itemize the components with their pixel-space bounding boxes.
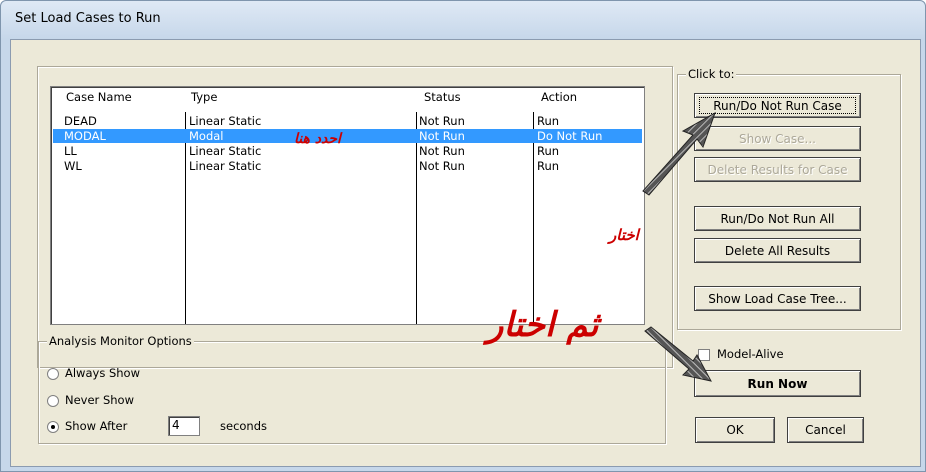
load-cases-list[interactable]: Case Name Type Status Action DEAD Linear… (50, 86, 645, 325)
table-row[interactable]: WL Linear Static Not Run Run (53, 159, 642, 173)
annotation-select-here: احدد هنا (294, 131, 341, 147)
title-bar: Set Load Cases to Run (1, 1, 925, 39)
header-action[interactable]: Action (541, 90, 577, 104)
show-after-label: Show After (65, 419, 128, 433)
cell-action: Do Not Run (537, 129, 603, 143)
cell-type: Linear Static (189, 159, 262, 173)
arrow-to-run-now-icon (644, 326, 712, 382)
cell-status: Not Run (419, 144, 465, 158)
ok-label: OK (726, 423, 744, 437)
click-to-legend: Click to: (686, 67, 737, 81)
show-load-case-tree-label: Show Load Case Tree... (708, 292, 847, 306)
cell-case-name: MODAL (64, 129, 106, 143)
dialog-window: Set Load Cases to Run Click to: Analysis… (0, 0, 926, 472)
always-show-radio[interactable] (47, 368, 59, 380)
cell-type: Linear Static (189, 114, 262, 128)
header-status[interactable]: Status (424, 90, 461, 104)
seconds-input[interactable]: 4 (168, 416, 200, 436)
always-show-label: Always Show (65, 366, 140, 380)
run-do-not-run-all-label: Run/Do Not Run All (720, 212, 835, 226)
seconds-label: seconds (220, 419, 268, 433)
analysis-monitor-legend: Analysis Monitor Options (47, 334, 194, 348)
table-row-selected[interactable]: MODAL Modal Not Run Do Not Run (53, 129, 642, 143)
run-do-not-run-case-label: Run/Do Not Run Case (713, 99, 842, 113)
arrow-to-run-case-icon (642, 111, 716, 196)
radio-selected-dot (51, 425, 55, 429)
cell-status: Not Run (419, 114, 465, 128)
never-show-label: Never Show (65, 393, 134, 407)
table-row[interactable]: LL Linear Static Not Run Run (53, 144, 642, 158)
cell-case-name: LL (64, 144, 77, 158)
delete-all-results-button[interactable]: Delete All Results (694, 238, 861, 263)
cell-action: Run (537, 144, 560, 158)
cancel-label: Cancel (805, 423, 846, 437)
delete-results-for-case-label: Delete Results for Case (707, 163, 848, 177)
header-case-name[interactable]: Case Name (66, 90, 132, 104)
run-do-not-run-all-button[interactable]: Run/Do Not Run All (694, 206, 861, 231)
cell-type: Modal (189, 129, 224, 143)
window-title: Set Load Cases to Run (15, 11, 161, 26)
cell-case-name: WL (64, 159, 82, 173)
cell-action: Run (537, 159, 560, 173)
never-show-radio[interactable] (47, 395, 59, 407)
cell-status: Not Run (419, 159, 465, 173)
cell-status: Not Run (419, 129, 465, 143)
ok-button[interactable]: OK (695, 417, 775, 443)
run-now-label: Run Now (747, 377, 808, 391)
show-case-label: Show Case... (738, 132, 816, 146)
show-load-case-tree-button[interactable]: Show Load Case Tree... (694, 286, 861, 311)
annotation-then-choose: ثم اختار (487, 305, 599, 345)
cell-type: Linear Static (189, 144, 262, 158)
delete-all-results-label: Delete All Results (724, 244, 831, 258)
annotation-choose: اختار (609, 226, 639, 244)
cell-case-name: DEAD (64, 114, 97, 128)
cancel-button[interactable]: Cancel (787, 417, 864, 443)
cell-action: Run (537, 114, 560, 128)
show-after-radio[interactable] (47, 421, 59, 433)
table-row[interactable]: DEAD Linear Static Not Run Run (53, 114, 642, 128)
header-type[interactable]: Type (191, 90, 217, 104)
model-alive-label: Model-Alive (717, 347, 784, 361)
